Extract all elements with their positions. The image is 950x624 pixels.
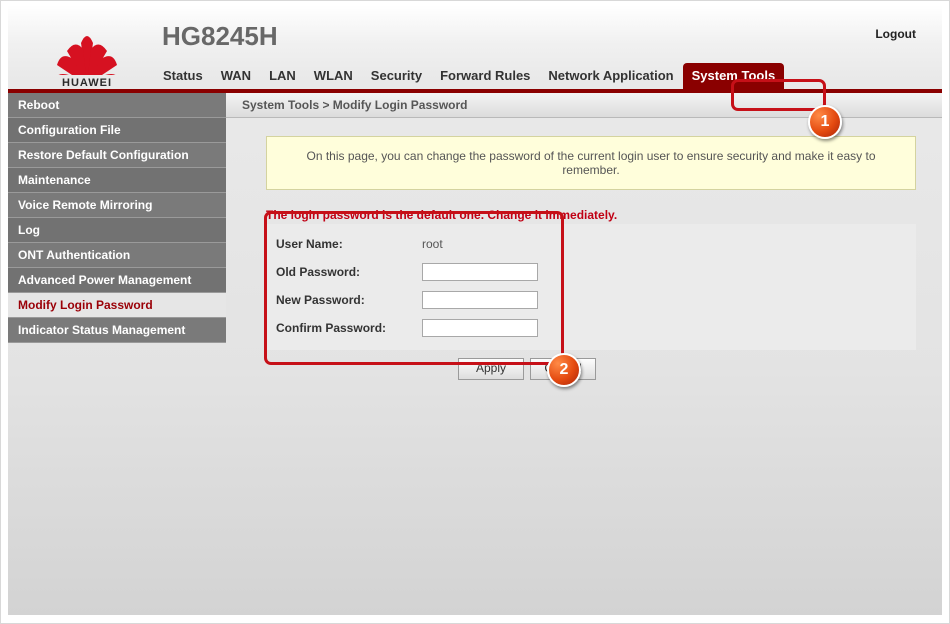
- tab-network-application[interactable]: Network Application: [539, 63, 682, 89]
- old-password-label: Old Password:: [276, 265, 422, 279]
- huawei-logo-icon: [55, 35, 119, 75]
- brand-name: HUAWEI: [62, 77, 112, 89]
- tab-lan[interactable]: LAN: [260, 63, 305, 89]
- tab-wan[interactable]: WAN: [212, 63, 260, 89]
- sidebar-item-maintenance[interactable]: Maintenance: [8, 168, 226, 193]
- tab-system-tools[interactable]: System Tools: [683, 63, 785, 89]
- user-name-value: root: [422, 237, 443, 251]
- model-title: HG8245H: [162, 21, 278, 52]
- new-password-input[interactable]: [422, 291, 538, 309]
- brand-logo: HUAWEI: [32, 35, 142, 89]
- password-form: User Name: root Old Password: New Passwo…: [266, 224, 916, 350]
- sidebar-item-log[interactable]: Log: [8, 218, 226, 243]
- password-warning: The login password is the default one. C…: [266, 208, 916, 222]
- sidebar-item-ont-authentication[interactable]: ONT Authentication: [8, 243, 226, 268]
- sidebar-item-advanced-power-mgmt[interactable]: Advanced Power Management: [8, 268, 226, 293]
- confirm-password-input[interactable]: [422, 319, 538, 337]
- old-password-input[interactable]: [422, 263, 538, 281]
- sidebar-item-restore-default[interactable]: Restore Default Configuration: [8, 143, 226, 168]
- info-banner: On this page, you can change the passwor…: [266, 136, 916, 190]
- header: HUAWEI HG8245H Logout Status WAN LAN WLA…: [8, 5, 942, 89]
- sidebar-item-configuration-file[interactable]: Configuration File: [8, 118, 226, 143]
- new-password-label: New Password:: [276, 293, 422, 307]
- sidebar: Reboot Configuration File Restore Defaul…: [8, 93, 226, 615]
- tab-security[interactable]: Security: [362, 63, 431, 89]
- confirm-password-label: Confirm Password:: [276, 321, 422, 335]
- sidebar-item-reboot[interactable]: Reboot: [8, 93, 226, 118]
- cancel-button[interactable]: Cancel: [530, 358, 596, 380]
- tab-status[interactable]: Status: [154, 63, 212, 89]
- sidebar-item-voice-remote-mirroring[interactable]: Voice Remote Mirroring: [8, 193, 226, 218]
- sidebar-item-modify-login-password[interactable]: Modify Login Password: [8, 293, 226, 318]
- sidebar-item-indicator-status-mgmt[interactable]: Indicator Status Management: [8, 318, 226, 343]
- apply-button[interactable]: Apply: [458, 358, 524, 380]
- logout-link[interactable]: Logout: [875, 27, 916, 41]
- tab-forward-rules[interactable]: Forward Rules: [431, 63, 539, 89]
- user-name-label: User Name:: [276, 237, 422, 251]
- top-nav: Status WAN LAN WLAN Security Forward Rul…: [154, 63, 784, 89]
- tab-wlan[interactable]: WLAN: [305, 63, 362, 89]
- breadcrumb: System Tools > Modify Login Password: [226, 93, 942, 118]
